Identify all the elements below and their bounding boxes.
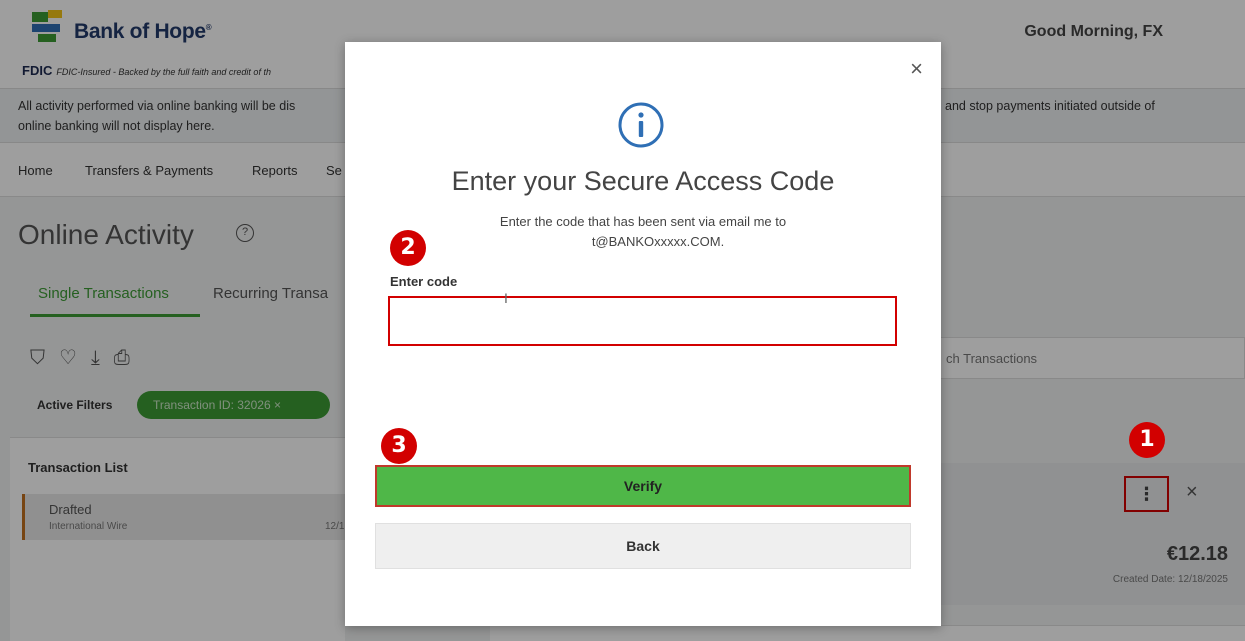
dialog-instruction: Enter the code that has been sent via em…: [499, 214, 787, 229]
text-cursor-icon: I: [504, 290, 508, 306]
step-badge-3: 3: [381, 428, 417, 464]
dialog-email: t@BANKOxxxxx.COM.: [591, 234, 725, 249]
step-badge-1: 1: [1129, 422, 1165, 458]
access-code-input[interactable]: [388, 296, 897, 346]
secure-access-code-dialog: × Enter your Secure Access Code Enter th…: [345, 42, 941, 626]
step-badge-2: 2: [390, 230, 426, 266]
close-icon[interactable]: ×: [910, 56, 923, 82]
info-circle-icon: [618, 102, 664, 148]
dialog-title: Enter your Secure Access Code: [451, 166, 835, 196]
back-button[interactable]: Back: [375, 523, 911, 569]
verify-button[interactable]: Verify: [375, 465, 911, 507]
code-field-label: Enter code: [390, 274, 458, 289]
